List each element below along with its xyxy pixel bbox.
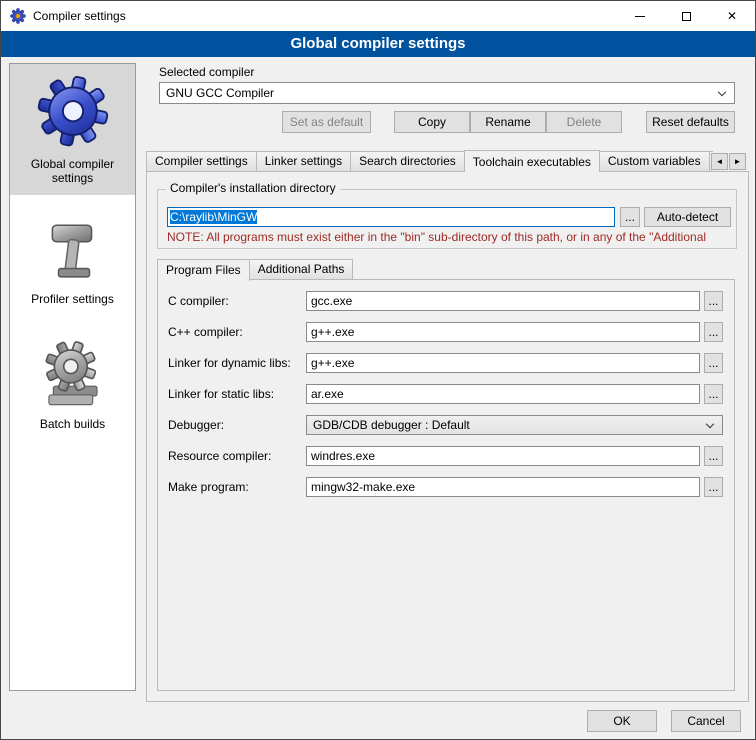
delete-button[interactable]: Delete <box>546 111 622 133</box>
batch-builds-icon <box>38 338 108 411</box>
tab-linker-settings[interactable]: Linker settings <box>256 151 351 172</box>
profiler-icon <box>40 217 106 286</box>
tab-toolchain-executables[interactable]: Toolchain executables <box>464 150 600 172</box>
program-files-tabstrip: Program Files Additional Paths <box>157 258 577 280</box>
minimize-button[interactable] <box>617 1 663 31</box>
cpp-compiler-input[interactable] <box>306 322 700 342</box>
compiler-settings-window: Compiler settings ✕ Global compiler sett… <box>0 0 756 740</box>
sidebar-item-global-compiler-settings[interactable]: Global compiler settings <box>10 64 135 195</box>
resource-compiler-browse-button[interactable]: ... <box>704 446 723 466</box>
gear-icon <box>35 72 111 151</box>
window-controls: ✕ <box>617 1 755 31</box>
window-title: Compiler settings <box>33 1 126 31</box>
linker-dynamic-browse-button[interactable]: ... <box>704 353 723 373</box>
linker-static-browse-button[interactable]: ... <box>704 384 723 404</box>
linker-dynamic-input[interactable] <box>306 353 700 373</box>
minimize-icon <box>635 16 645 17</box>
installation-directory-value: C:\raylib\MinGW <box>170 210 257 224</box>
c-compiler-browse-button[interactable]: ... <box>704 291 723 311</box>
tab-scroll-arrows: ◄ ► <box>710 153 746 170</box>
maximize-button[interactable] <box>663 1 709 31</box>
sidebar-item-label: Profiler settings <box>13 292 132 306</box>
linker-dynamic-label: Linker for dynamic libs: <box>168 353 291 373</box>
debugger-label: Debugger: <box>168 415 224 435</box>
tab-search-directories[interactable]: Search directories <box>350 151 465 172</box>
installation-directory-input[interactable]: C:\raylib\MinGW <box>167 207 615 227</box>
tab-scroll-left-button[interactable]: ◄ <box>711 153 728 170</box>
make-program-input[interactable] <box>306 477 700 497</box>
settings-tabstrip: Compiler settings Linker settings Search… <box>146 149 713 172</box>
make-program-label: Make program: <box>168 477 249 497</box>
chevron-down-icon <box>718 88 726 96</box>
copy-button[interactable]: Copy <box>394 111 470 133</box>
sidebar-item-label: Global compiler settings <box>13 157 132 185</box>
ok-button[interactable]: OK <box>587 710 657 732</box>
rename-button[interactable]: Rename <box>470 111 546 133</box>
note-text: NOTE: All programs must exist either in … <box>167 230 745 244</box>
cpp-compiler-browse-button[interactable]: ... <box>704 322 723 342</box>
sidebar-item-profiler-settings[interactable]: Profiler settings <box>10 209 135 316</box>
selected-compiler-value: GNU GCC Compiler <box>166 86 274 100</box>
subtab-additional-paths[interactable]: Additional Paths <box>249 259 354 280</box>
installation-directory-browse-button[interactable]: ... <box>620 207 640 227</box>
c-compiler-label: C compiler: <box>168 291 229 311</box>
debugger-combobox[interactable]: GDB/CDB debugger : Default <box>306 415 723 435</box>
linker-static-label: Linker for static libs: <box>168 384 274 404</box>
cpp-compiler-label: C++ compiler: <box>168 322 243 342</box>
c-compiler-input[interactable] <box>306 291 700 311</box>
tab-scroll-right-button[interactable]: ► <box>729 153 746 170</box>
auto-detect-button[interactable]: Auto-detect <box>644 207 731 227</box>
maximize-icon <box>682 12 691 21</box>
selected-compiler-label: Selected compiler <box>159 65 254 79</box>
subtab-program-files[interactable]: Program Files <box>157 259 250 281</box>
sidebar: Global compiler settings <box>9 63 136 691</box>
titlebar: Compiler settings ✕ <box>1 1 755 31</box>
sidebar-item-label: Batch builds <box>13 417 132 431</box>
installation-directory-legend: Compiler's installation directory <box>166 181 340 195</box>
chevron-down-icon <box>706 420 714 428</box>
sidebar-item-batch-builds[interactable]: Batch builds <box>10 330 135 441</box>
tab-compiler-settings[interactable]: Compiler settings <box>146 151 257 172</box>
cancel-button[interactable]: Cancel <box>671 710 741 732</box>
make-program-browse-button[interactable]: ... <box>704 477 723 497</box>
selected-compiler-combobox[interactable]: GNU GCC Compiler <box>159 82 735 104</box>
tab-custom-variables[interactable]: Custom variables <box>599 151 710 172</box>
dialog-header: Global compiler settings <box>1 31 755 57</box>
app-icon <box>10 8 26 24</box>
linker-static-input[interactable] <box>306 384 700 404</box>
set-as-default-button[interactable]: Set as default <box>282 111 371 133</box>
debugger-value: GDB/CDB debugger : Default <box>313 418 470 432</box>
resource-compiler-input[interactable] <box>306 446 700 466</box>
close-icon: ✕ <box>727 10 737 22</box>
reset-defaults-button[interactable]: Reset defaults <box>646 111 735 133</box>
resource-compiler-label: Resource compiler: <box>168 446 271 466</box>
close-button[interactable]: ✕ <box>709 1 755 31</box>
